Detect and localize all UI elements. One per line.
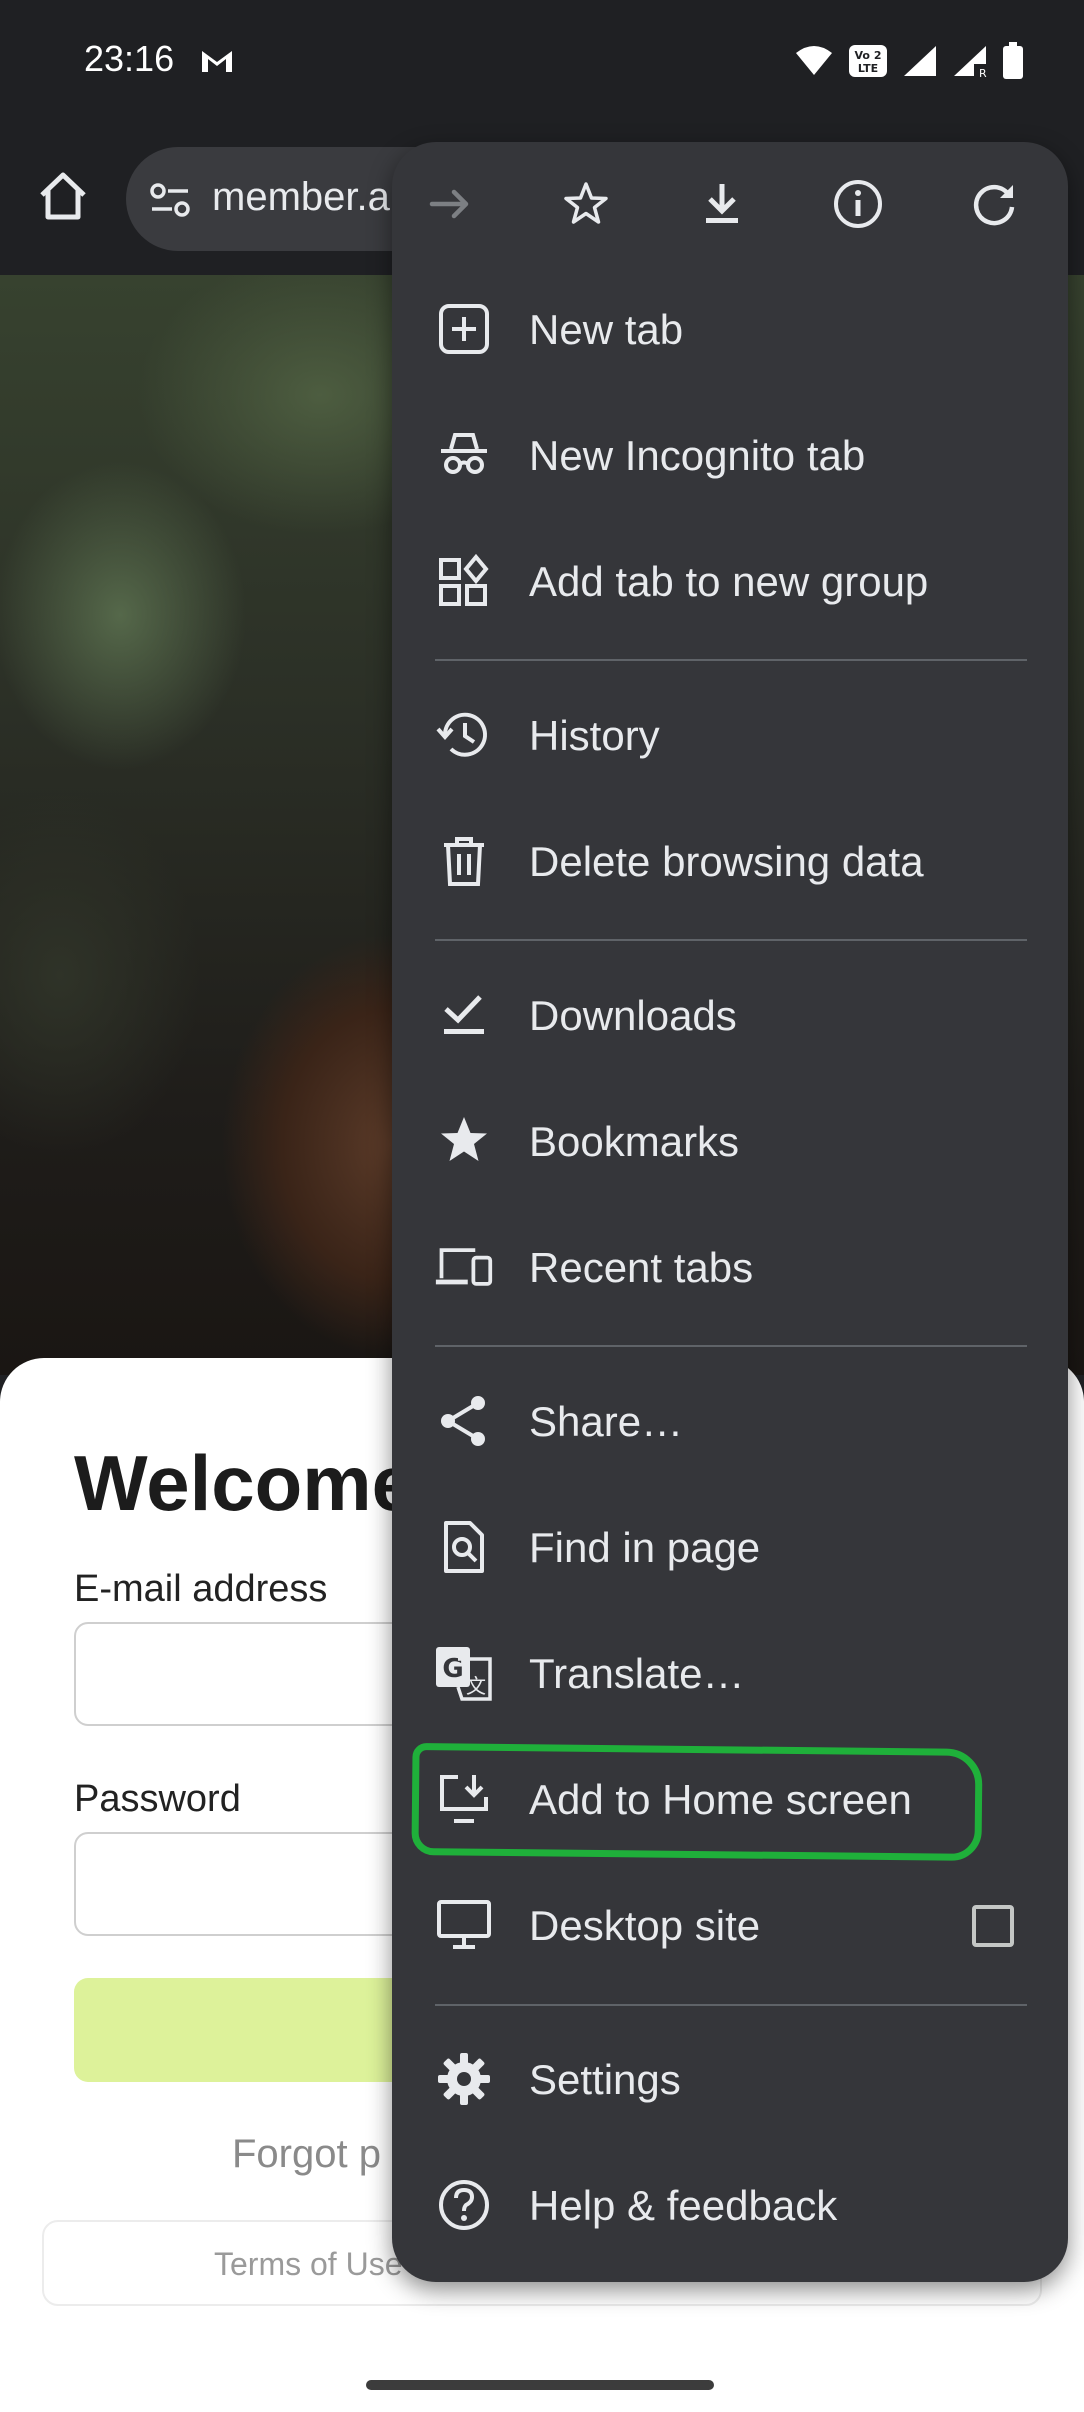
downloads-icon [434,985,494,1045]
menu-item-help-feedback[interactable]: Help & feedback [392,2142,1068,2268]
reload-icon[interactable] [966,176,1022,232]
status-bar: 23:16 Vo 2 LTE R [0,0,1084,125]
battery-icon [1002,42,1024,80]
menu-item-desktop-site[interactable]: Desktop site [392,1862,1068,1988]
find-in-page-icon [434,1517,494,1577]
menu-item-new-incognito-tab[interactable]: New Incognito tab [392,392,1068,518]
menu-item-share[interactable]: Share… [392,1358,1068,1484]
desktop-site-checkbox[interactable] [972,1905,1014,1947]
menu-item-label: Translate… [529,1650,745,1697]
history-icon [434,705,494,765]
menu-item-label: Delete browsing data [529,838,924,885]
download-icon[interactable] [694,176,750,232]
info-icon[interactable] [830,176,886,232]
menu-item-label: Bookmarks [529,1118,740,1165]
incognito-icon [434,425,494,485]
new-tab-icon [434,299,494,359]
terms-link[interactable]: Terms of Use [214,2246,402,2283]
menu-divider [435,2004,1027,2006]
menu-item-label: New Incognito tab [529,432,866,479]
menu-item-new-tab[interactable]: New tab [392,266,1068,392]
menu-item-add-tab-to-new-group[interactable]: Add tab to new group [392,518,1068,644]
overflow-menu: New tab New Incognito tab Add tab to new… [392,142,1068,2282]
gesture-bar[interactable] [366,2380,714,2390]
settings-gear-icon [434,2049,494,2109]
devices-icon [434,1237,494,1297]
menu-item-label: Find in page [529,1524,761,1571]
highlight-annotation [411,1743,983,1861]
menu-item-label: Help & feedback [529,2182,838,2229]
volte-icon: Vo 2 LTE [848,44,888,78]
menu-item-label: Share… [529,1398,684,1445]
page-title: Welcome [74,1439,416,1527]
svg-text:R: R [979,67,987,78]
bookmark-star-icon[interactable] [558,176,614,232]
tab-group-icon [434,551,494,611]
forgot-password-link[interactable]: Forgot p [232,2132,381,2177]
status-time: 23:16 [84,38,175,79]
menu-item-label: Settings [529,2056,681,2103]
menu-item-bookmarks[interactable]: Bookmarks [392,1078,1068,1204]
wifi-icon [794,45,834,77]
home-icon[interactable] [34,167,92,225]
svg-text:文: 文 [466,1674,486,1698]
menu-item-translate[interactable]: G文 Translate… [392,1610,1068,1736]
menu-divider [435,939,1027,941]
desktop-icon [434,1895,494,1955]
forward-icon[interactable] [422,176,478,232]
share-icon [434,1391,494,1451]
gmail-icon [200,48,234,74]
signal-roaming-icon: R [952,44,988,78]
translate-icon: G文 [434,1643,494,1703]
svg-text:LTE: LTE [858,62,878,75]
menu-divider [435,1345,1027,1347]
menu-item-label: History [529,712,660,759]
signal-icon [902,44,938,78]
help-icon [434,2175,494,2235]
email-label: E-mail address [74,1568,328,1610]
menu-item-delete-browsing-data[interactable]: Delete browsing data [392,798,1068,924]
trash-icon [434,831,494,891]
password-label: Password [74,1778,241,1820]
menu-item-label: Downloads [529,992,737,1039]
menu-item-find-in-page[interactable]: Find in page [392,1484,1068,1610]
menu-item-label: New tab [529,306,684,353]
menu-item-downloads[interactable]: Downloads [392,952,1068,1078]
menu-item-label: Add tab to new group [529,558,929,605]
menu-action-row [392,142,1068,270]
menu-item-recent-tabs[interactable]: Recent tabs [392,1204,1068,1330]
menu-item-label: Recent tabs [529,1244,754,1291]
menu-item-history[interactable]: History [392,672,1068,798]
menu-divider [435,659,1027,661]
status-icons: Vo 2 LTE R [794,42,1024,80]
menu-item-settings[interactable]: Settings [392,2016,1068,2142]
svg-text:Vo 2: Vo 2 [855,49,882,62]
bookmarks-star-icon [434,1111,494,1171]
site-info-icon[interactable] [148,177,194,223]
url-text: member.a [212,175,390,219]
menu-item-label: Desktop site [529,1902,761,1949]
